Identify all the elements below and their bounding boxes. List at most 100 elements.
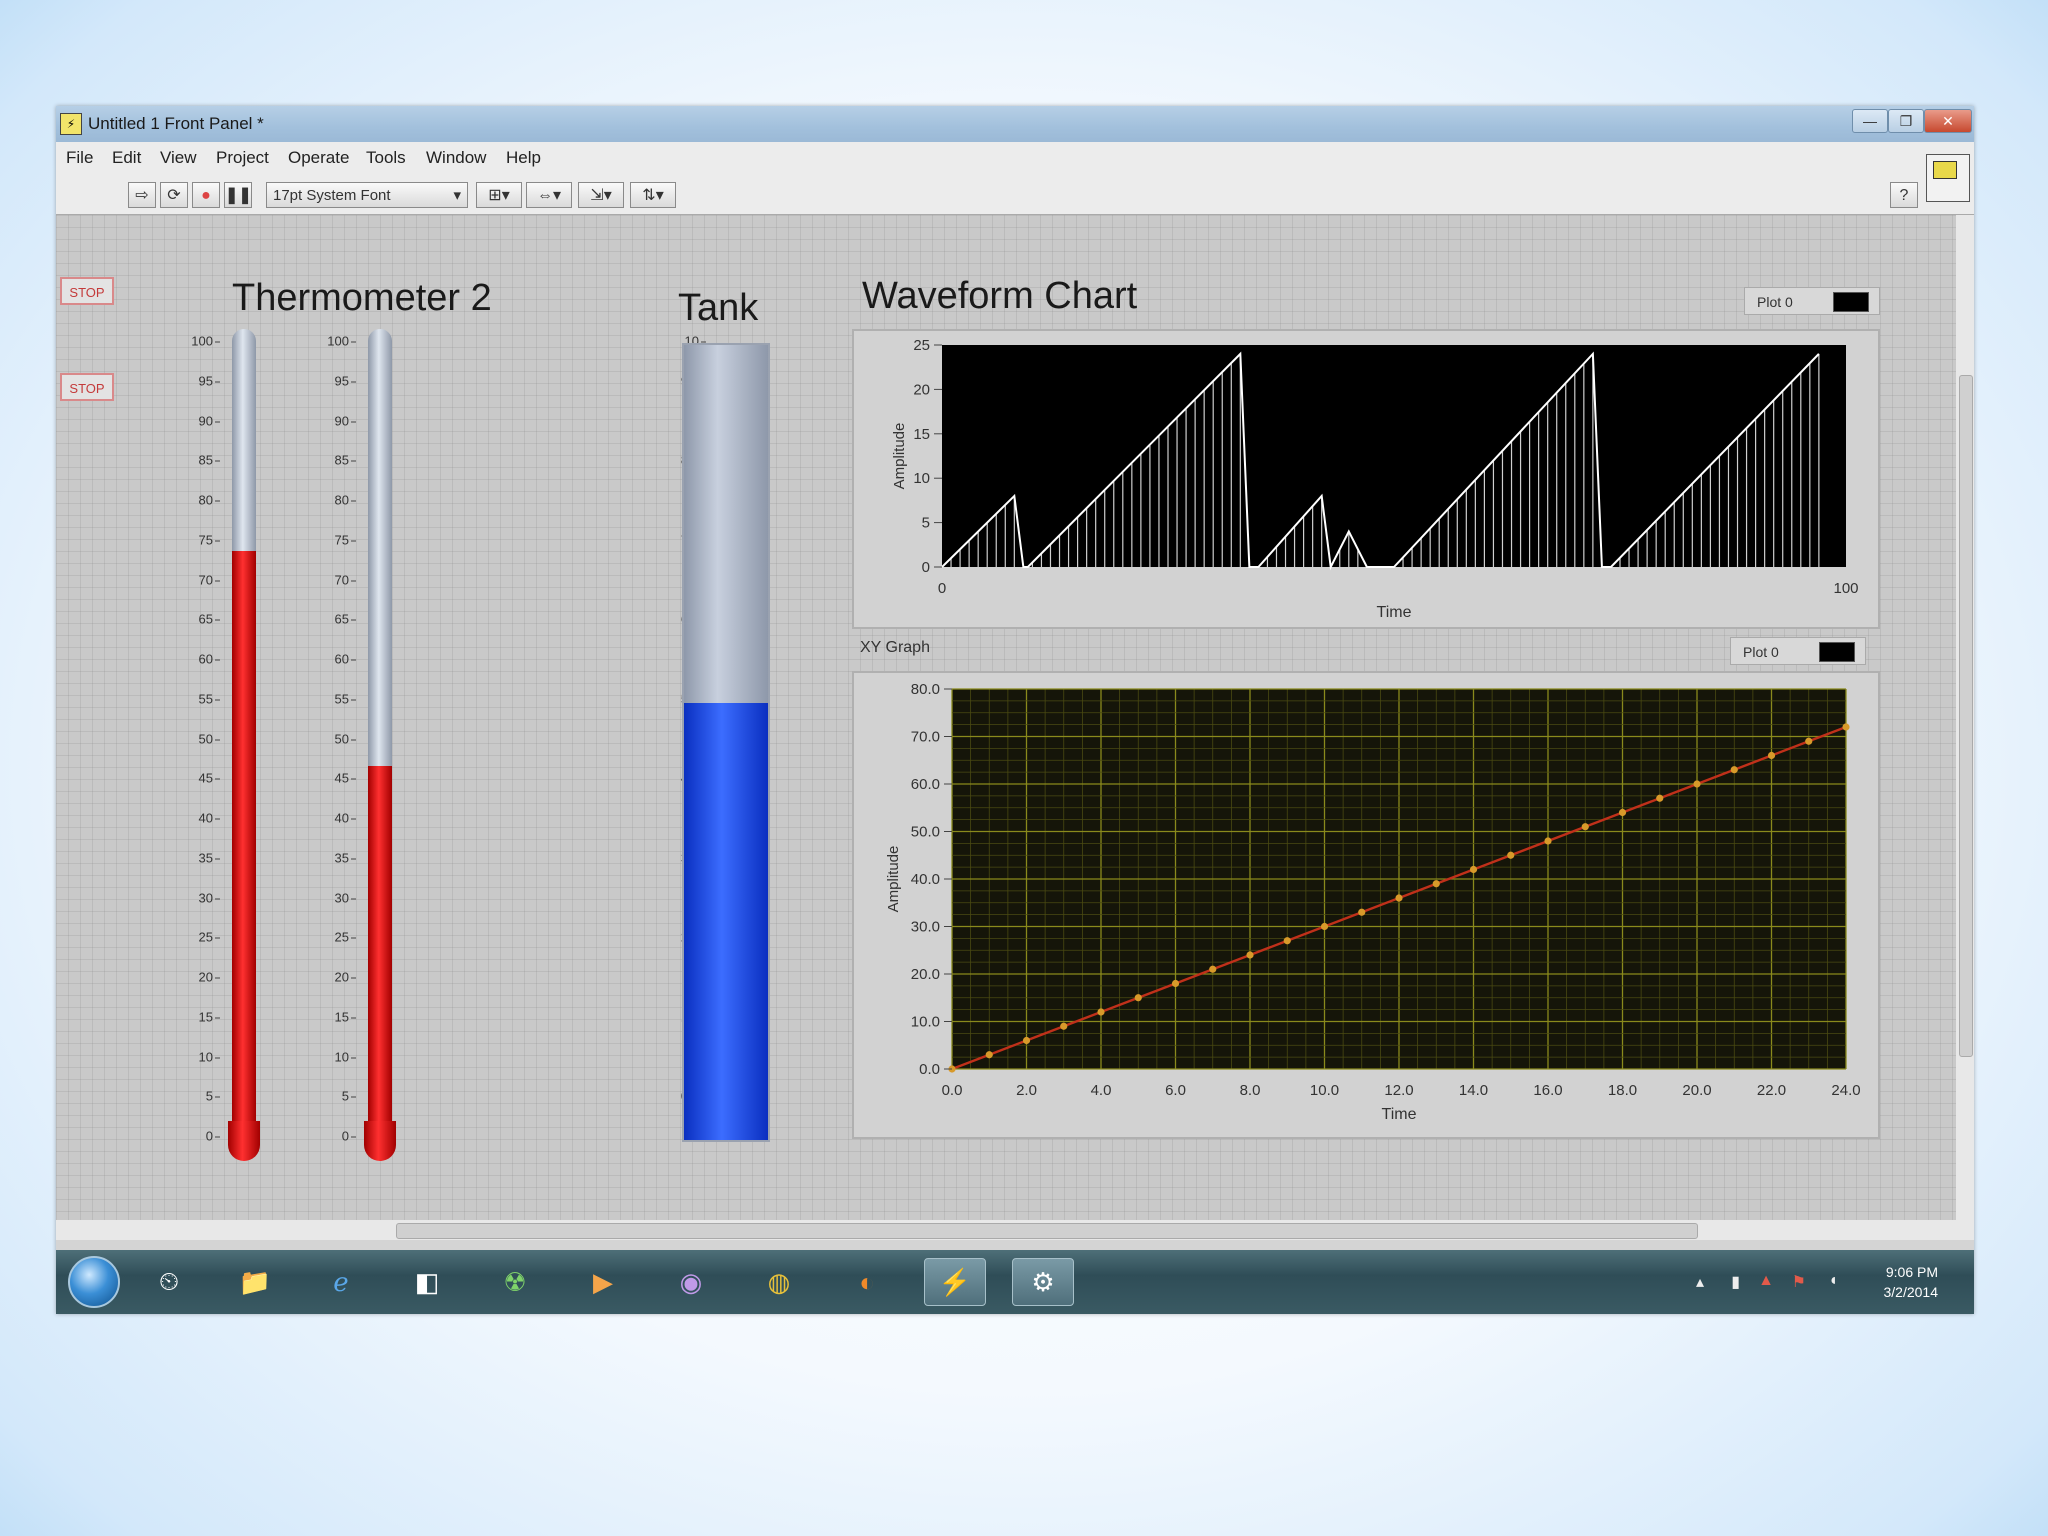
- menu-view[interactable]: View: [160, 148, 197, 168]
- tray-battery-icon[interactable]: ▮: [1731, 1272, 1740, 1292]
- xy-data-point: [1246, 951, 1254, 959]
- xy-x-tick-label: 24.0: [1831, 1082, 1860, 1099]
- control-panel-taskbar-icon[interactable]: ⚙: [1012, 1258, 1074, 1306]
- xy-x-tick-label: 12.0: [1384, 1082, 1413, 1099]
- windows-taskbar: ⏲ 📁 ℯ ◧ ☢ ▶ ◉ ◍ ◐ ⚡ ⚙ ▴ ▮ ▲ ⚑ ◖ 9:06 PM …: [56, 1250, 1974, 1314]
- tray-volume-icon[interactable]: ◖: [1828, 1272, 1838, 1290]
- run-arrow-icon[interactable]: ⇨: [128, 182, 156, 208]
- xy-x-tick-label: 4.0: [1091, 1082, 1112, 1099]
- xy-data-point: [1022, 1036, 1031, 1045]
- waveform-y-axis-label: Amplitude: [891, 423, 908, 490]
- xy-data-point: [1469, 865, 1478, 874]
- run-continuously-icon[interactable]: ⟳: [160, 182, 188, 208]
- horizontal-scrollbar[interactable]: [56, 1220, 1974, 1240]
- menu-edit[interactable]: Edit: [112, 148, 141, 168]
- xy-x-tick-label: 8.0: [1240, 1082, 1261, 1099]
- firefox-icon[interactable]: ◐: [836, 1258, 898, 1306]
- vertical-scroll-thumb[interactable]: [1959, 375, 1973, 1057]
- abort-icon[interactable]: ●: [192, 182, 220, 208]
- window-title: Untitled 1 Front Panel *: [88, 114, 264, 133]
- media-app-icon[interactable]: ◧: [396, 1258, 458, 1306]
- xy-y-tick-label: 60.0: [911, 776, 940, 793]
- tray-flag-icon[interactable]: ⚑: [1792, 1272, 1806, 1292]
- waveform-x-tick-label: 0: [938, 580, 946, 597]
- taskbar-clock[interactable]: 9:06 PM 3/2/2014: [1884, 1262, 1939, 1302]
- xy-data-point: [1693, 780, 1701, 788]
- xy-y-tick-label: 10.0: [911, 1014, 940, 1031]
- xy-x-tick-label: 20.0: [1682, 1082, 1711, 1099]
- title-bar[interactable]: ⚡ Untitled 1 Front Panel * — ❐ ✕: [56, 106, 1974, 142]
- xy-y-tick-label: 0.0: [919, 1061, 940, 1078]
- menu-tools[interactable]: Tools: [366, 148, 406, 168]
- labview-app-icon: ⚡: [60, 113, 82, 135]
- xy-data-point: [1283, 937, 1291, 945]
- vi-icon[interactable]: [1926, 154, 1970, 202]
- vertical-scrollbar[interactable]: [1956, 215, 1974, 1220]
- xy-x-tick-label: 2.0: [1016, 1082, 1037, 1099]
- chrome-icon[interactable]: ◍: [748, 1258, 810, 1306]
- menu-help[interactable]: Help: [506, 148, 541, 168]
- xy-y-tick-label: 50.0: [911, 824, 940, 841]
- file-explorer-icon[interactable]: 📁: [224, 1258, 286, 1306]
- xy-x-tick-label: 22.0: [1757, 1082, 1786, 1099]
- media-player-icon[interactable]: ▶: [572, 1258, 634, 1306]
- charts-svg: 25 20 15 10 5 00 100 Time Amplitude 80.0 70.0 60.0 5…: [885, 337, 1861, 1123]
- distribute-objects-icon[interactable]: ⇔▾: [526, 182, 572, 208]
- close-button[interactable]: ✕: [1924, 109, 1972, 133]
- menu-project[interactable]: Project: [216, 148, 269, 168]
- waveform-y-tick-label: 25: [913, 337, 930, 354]
- font-select-value: 17pt System Font: [273, 187, 391, 204]
- purple-app-icon[interactable]: ◉: [660, 1258, 722, 1306]
- chevron-down-icon: ▾: [453, 187, 461, 204]
- xy-data-point: [1097, 1008, 1105, 1016]
- waveform-y-tick-label: 20: [913, 381, 930, 398]
- xy-data-point: [1171, 979, 1180, 988]
- resize-objects-icon[interactable]: ⇲▾: [578, 182, 624, 208]
- start-button[interactable]: [68, 1256, 120, 1308]
- xy-data-point: [1060, 1022, 1068, 1030]
- xy-y-tick-label: 30.0: [911, 919, 940, 936]
- menu-file[interactable]: File: [66, 148, 93, 168]
- clock-gadget-icon[interactable]: ⏲: [138, 1258, 200, 1306]
- waveform-y-tick-label: 5: [922, 515, 930, 532]
- xy-data-point: [985, 1051, 993, 1059]
- xy-y-tick-label: 40.0: [911, 871, 940, 888]
- font-select[interactable]: 17pt System Font ▾: [266, 182, 468, 208]
- waveform-x-tick-label: 100: [1833, 580, 1858, 597]
- menu-window[interactable]: Window: [426, 148, 486, 168]
- clock-time: 9:06 PM: [1885, 1264, 1938, 1280]
- clock-date: 3/2/2014: [1883, 1284, 1939, 1300]
- align-objects-icon[interactable]: ⊞▾: [476, 182, 522, 208]
- xy-x-axis-label: Time: [1382, 1106, 1417, 1123]
- reorder-icon[interactable]: ⇅▾: [630, 182, 676, 208]
- menu-operate[interactable]: Operate: [288, 148, 349, 168]
- internet-explorer-icon[interactable]: ℯ: [310, 1258, 372, 1306]
- waveform-y-tick-label: 15: [913, 426, 930, 443]
- xy-data-point: [1320, 922, 1329, 931]
- xy-x-tick-label: 0.0: [942, 1082, 963, 1099]
- xy-data-point: [1767, 751, 1776, 760]
- tray-network-icon[interactable]: ▲: [1758, 1272, 1774, 1290]
- xy-x-tick-label: 16.0: [1533, 1082, 1562, 1099]
- xy-data-point: [1432, 880, 1440, 888]
- horizontal-scroll-thumb[interactable]: [396, 1223, 1698, 1239]
- xy-y-tick-label: 80.0: [911, 681, 940, 698]
- xy-x-tick-label: 10.0: [1310, 1082, 1339, 1099]
- xy-x-tick-label: 14.0: [1459, 1082, 1488, 1099]
- help-icon[interactable]: ?: [1890, 182, 1918, 208]
- xy-data-point: [1842, 723, 1850, 731]
- waveform-x-axis-label: Time: [1377, 604, 1412, 621]
- green-app-icon[interactable]: ☢: [484, 1258, 546, 1306]
- xy-data-point: [1209, 965, 1217, 973]
- labview-taskbar-icon[interactable]: ⚡: [924, 1258, 986, 1306]
- xy-data-point: [1544, 837, 1552, 845]
- minimize-button[interactable]: —: [1852, 109, 1888, 133]
- xy-data-point: [1618, 808, 1627, 817]
- xy-data-point: [1395, 894, 1403, 902]
- xy-data-point: [1358, 908, 1366, 916]
- tray-expand-icon[interactable]: ▴: [1696, 1272, 1704, 1292]
- pause-icon[interactable]: ❚❚: [224, 182, 252, 208]
- menu-bar: File Edit View Project Operate Tools Win…: [56, 142, 1974, 174]
- xy-y-axis-label: Amplitude: [885, 846, 902, 913]
- maximize-button[interactable]: ❐: [1888, 109, 1924, 133]
